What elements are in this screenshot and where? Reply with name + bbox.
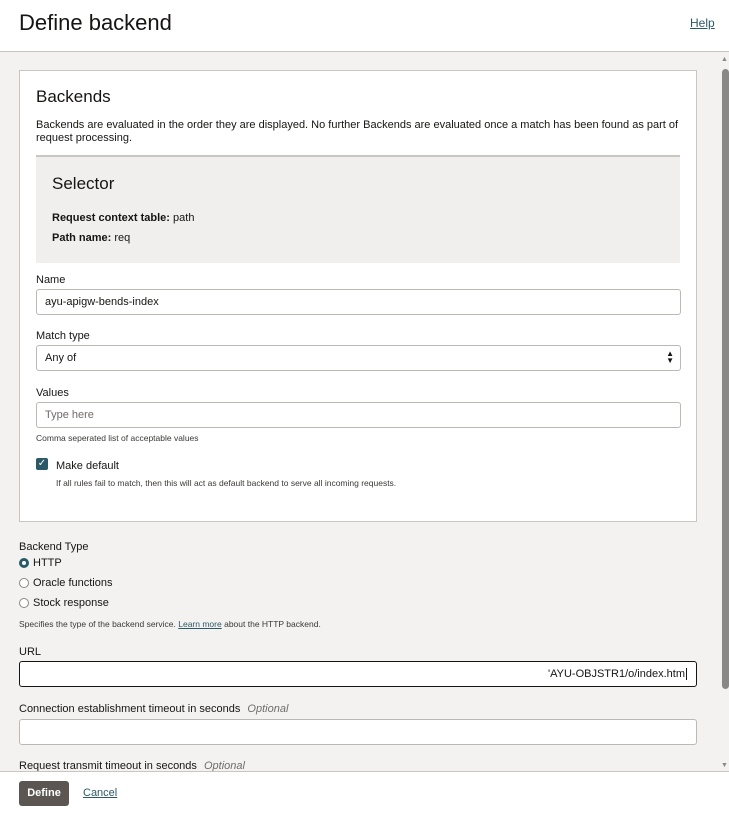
transmit-timeout-label-row: Request transmit timeout in seconds Opti… xyxy=(19,760,245,771)
path-name-row: Path name: req xyxy=(52,232,130,244)
conn-timeout-optional: Optional xyxy=(247,703,289,715)
conn-timeout-input[interactable] xyxy=(28,720,688,744)
backend-type-label: Backend Type xyxy=(19,541,89,553)
url-field-value: 'AYU-OBJSTR1/o/index.htm xyxy=(548,668,685,680)
help-link[interactable]: Help xyxy=(690,16,715,30)
make-default-label: Make default xyxy=(56,460,119,472)
scrollbar-thumb[interactable] xyxy=(722,69,729,689)
values-label: Values xyxy=(36,387,69,399)
path-name-value: req xyxy=(114,232,131,244)
panel-footer: Define Cancel xyxy=(0,771,729,817)
name-field[interactable]: ayu-apigw-bends-index xyxy=(36,289,681,315)
make-default-checkbox[interactable]: ✓ xyxy=(36,458,48,470)
backend-type-helper: Specifies the type of the backend servic… xyxy=(19,619,321,629)
match-type-select[interactable]: Any of ▲ ▼ xyxy=(36,345,681,371)
backends-title: Backends xyxy=(36,87,111,106)
radio-http[interactable] xyxy=(19,558,29,568)
scroll-up-icon[interactable]: ▲ xyxy=(721,56,728,63)
match-type-value: Any of xyxy=(45,352,77,364)
context-table-value: path xyxy=(173,212,195,224)
values-helper: Comma seperated list of acceptable value… xyxy=(36,433,199,443)
backend-type-helper-pre: Specifies the type of the backend servic… xyxy=(19,619,176,629)
make-default-helper: If all rules fail to match, then this wi… xyxy=(56,478,397,488)
selector-panel: Selector Request context table: path Pat… xyxy=(36,155,680,263)
panel-header: Define backend Help xyxy=(0,0,729,52)
scrollbar[interactable]: ▲ ▼ xyxy=(720,53,729,771)
path-name-label: Path name: xyxy=(52,232,112,244)
text-cursor xyxy=(686,668,687,680)
context-table-label: Request context table: xyxy=(52,212,170,224)
match-type-label: Match type xyxy=(36,330,90,342)
scroll-down-icon[interactable]: ▼ xyxy=(721,762,728,769)
backends-card: Backends Backends are evaluated in the o… xyxy=(19,70,697,522)
radio-stock-response[interactable] xyxy=(19,598,29,608)
url-label: URL xyxy=(19,646,42,658)
learn-more-link[interactable]: Learn more xyxy=(178,619,221,629)
conn-timeout-field[interactable] xyxy=(19,719,697,745)
define-button[interactable]: Define xyxy=(19,781,69,806)
conn-timeout-label-row: Connection establishment timeout in seco… xyxy=(19,703,288,715)
selector-title: Selector xyxy=(52,174,115,193)
url-field[interactable]: 'AYU-OBJSTR1/o/index.htm xyxy=(19,661,697,687)
backends-description: Backends are evaluated in the order they… xyxy=(36,119,679,144)
panel-content[interactable]: Backends Backends are evaluated in the o… xyxy=(0,53,720,771)
transmit-timeout-label: Request transmit timeout in seconds xyxy=(19,760,197,771)
context-table-row: Request context table: path xyxy=(52,212,194,224)
name-field-value: ayu-apigw-bends-index xyxy=(45,296,159,308)
radio-oracle-functions-label[interactable]: Oracle functions xyxy=(33,577,112,589)
backend-type-helper-post: about the HTTP backend. xyxy=(224,619,321,629)
radio-http-label[interactable]: HTTP xyxy=(33,557,62,569)
radio-stock-response-label[interactable]: Stock response xyxy=(33,597,109,609)
chevron-updown-icon: ▲ ▼ xyxy=(666,349,674,365)
conn-timeout-label: Connection establishment timeout in seco… xyxy=(19,703,241,715)
name-label: Name xyxy=(36,274,66,286)
radio-oracle-functions[interactable] xyxy=(19,578,29,588)
values-input[interactable] xyxy=(45,403,672,427)
page-title: Define backend xyxy=(19,10,172,35)
transmit-timeout-optional: Optional xyxy=(203,760,245,771)
cancel-button[interactable]: Cancel xyxy=(83,787,117,799)
values-field[interactable] xyxy=(36,402,681,428)
